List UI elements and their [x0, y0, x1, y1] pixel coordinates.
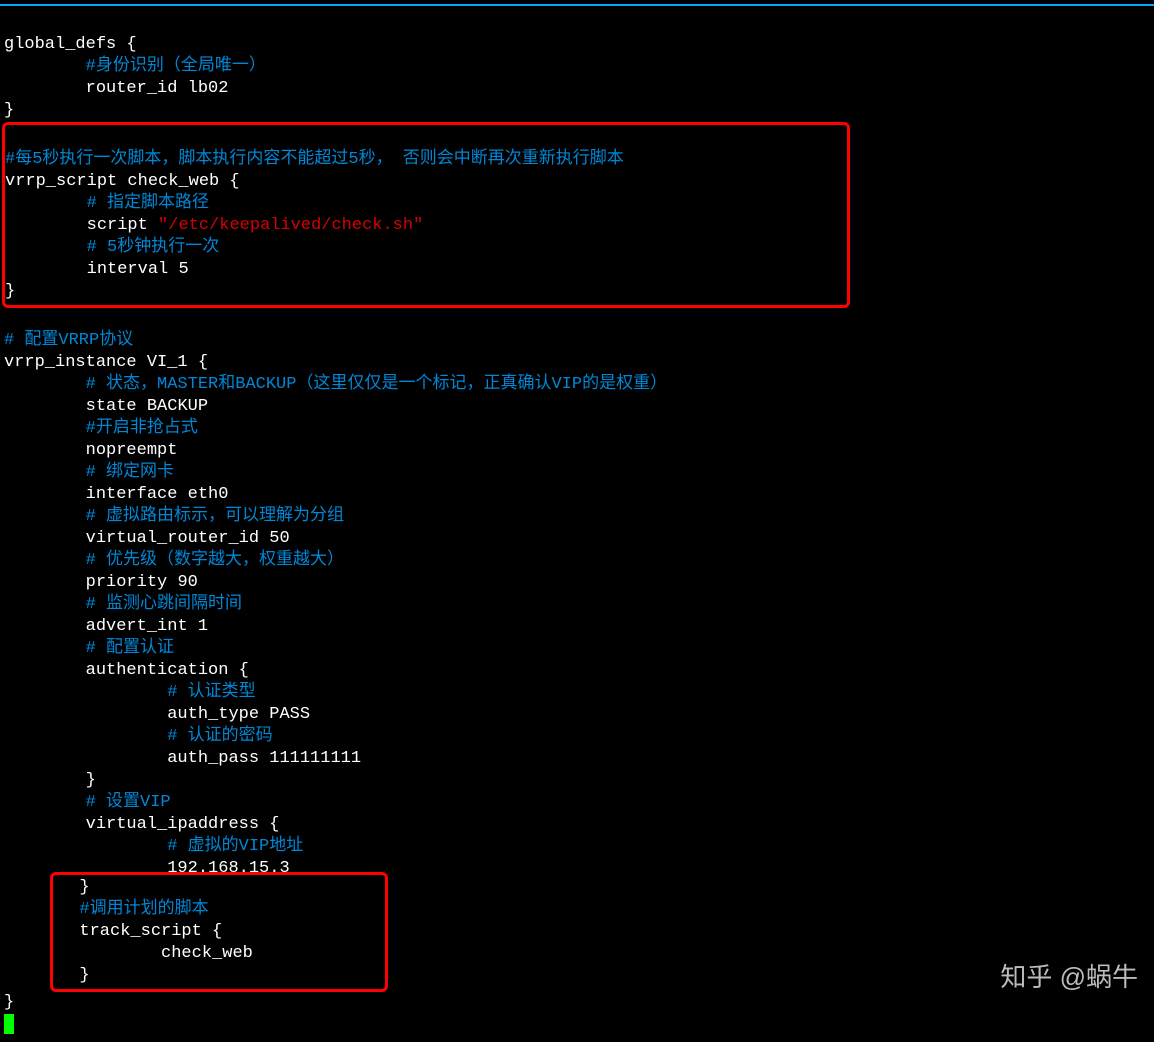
- comment: # 状态，MASTER和BACKUP（这里仅仅是一个标记，正真确认VIP的是权重…: [86, 375, 667, 394]
- code-line: [59, 878, 79, 897]
- comment: #开启非抢占式: [86, 419, 198, 438]
- config-file-content: global_defs { #身份识别（全局唯一） router_id lb02…: [0, 6, 1154, 1042]
- code-line: vrrp_instance VI_1 {: [4, 353, 208, 372]
- comment: # 指定脚本路径: [87, 194, 209, 213]
- comment: # 监测心跳间隔时间: [86, 595, 242, 614]
- comment: # 虚拟路由标示，可以理解为分组: [86, 507, 344, 526]
- code-line: state BACKUP: [86, 397, 208, 416]
- comment: # 认证类型: [167, 683, 255, 702]
- code-line: nopreempt: [86, 441, 178, 460]
- code-line: script: [87, 216, 158, 235]
- code-line: auth_pass 111111111: [167, 749, 361, 768]
- comment: #身份识别（全局唯一）: [86, 57, 266, 76]
- code-line: virtual_router_id 50: [86, 529, 290, 548]
- comment: #调用计划的脚本: [79, 900, 208, 919]
- comment: # 5秒钟执行一次: [87, 238, 220, 257]
- comment: #每5秒执行一次脚本，脚本执行内容不能超过5秒， 否则会中断再次重新执行脚本: [5, 150, 624, 169]
- string-literal: "/etc/keepalived/check.sh": [158, 216, 423, 235]
- comment: # 虚拟的VIP地址: [167, 837, 303, 856]
- code-line: check_web: [161, 944, 253, 963]
- watermark: 知乎 @蜗牛: [1000, 966, 1138, 988]
- comment: # 绑定网卡: [86, 463, 174, 482]
- code-line: interface eth0: [86, 485, 229, 504]
- code-line: vrrp_script check_web {: [5, 172, 240, 191]
- code-line: priority 90: [86, 573, 198, 592]
- comment: # 配置认证: [86, 639, 174, 658]
- code-line: virtual_ipaddress {: [86, 815, 280, 834]
- code-line: advert_int 1: [86, 617, 208, 636]
- code-line: track_script {: [79, 922, 222, 941]
- code-line: interval 5: [87, 260, 189, 279]
- code-line: global_defs {: [4, 35, 137, 54]
- code-line: }: [5, 282, 15, 301]
- terminal-cursor: [4, 1014, 14, 1034]
- comment: # 认证的密码: [167, 727, 272, 746]
- highlight-box-track-script: } #调用计划的脚本 track_script { check_web }: [50, 872, 388, 992]
- comment: # 配置VRRP协议: [4, 331, 133, 350]
- highlight-box-vrrp-script: #每5秒执行一次脚本，脚本执行内容不能超过5秒， 否则会中断再次重新执行脚本 v…: [2, 122, 850, 308]
- code-line: }: [86, 771, 96, 790]
- code-line: }: [79, 966, 89, 985]
- comment: # 优先级（数字越大，权重越大）: [86, 551, 344, 570]
- code-line: }: [4, 101, 14, 120]
- code-line: }: [4, 993, 14, 1012]
- code-line: auth_type PASS: [167, 705, 310, 724]
- code-line: }: [79, 878, 89, 897]
- code-line: authentication {: [86, 661, 249, 680]
- code-line: router_id lb02: [86, 79, 229, 98]
- comment: # 设置VIP: [86, 793, 171, 812]
